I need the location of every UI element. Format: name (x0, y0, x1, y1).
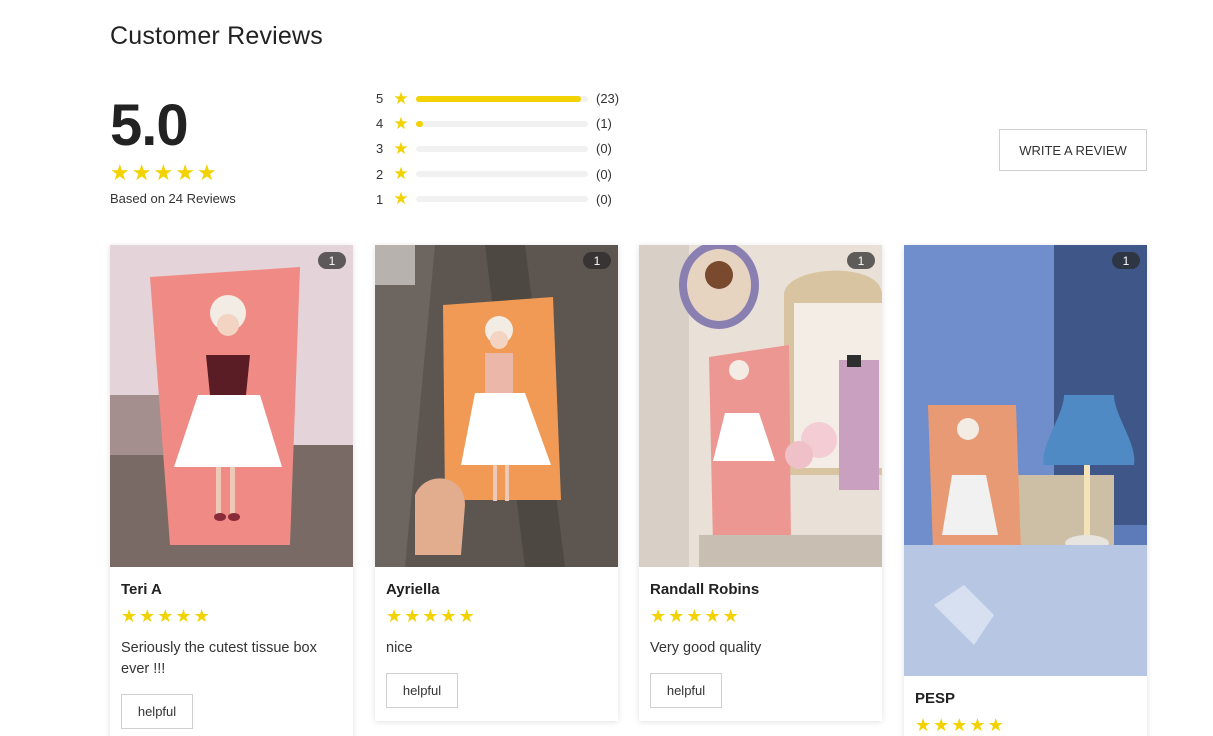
average-stars: ★ ★ ★ ★ ★ (110, 162, 330, 184)
histogram-bar (416, 171, 588, 178)
histogram-row[interactable]: 5 ★ (23) (376, 86, 636, 111)
helpful-button[interactable]: helpful (386, 673, 458, 708)
photo-count-badge: 1 (583, 252, 611, 269)
star-icon: ★ (951, 715, 968, 735)
star-icon: ★ (422, 606, 439, 626)
review-photo[interactable]: 1 (904, 245, 1147, 676)
histogram-bar-fill (416, 120, 424, 127)
review-photo[interactable]: 1 (639, 245, 882, 567)
review-photo[interactable]: 1 (110, 245, 353, 567)
star-icon: ★ (110, 160, 130, 185)
star-icon: ★ (969, 715, 986, 735)
photo-count-badge: 1 (1112, 252, 1140, 269)
star-icon: ★ (393, 88, 409, 108)
histogram-count: (0) (596, 141, 612, 157)
review-body: PESP ★ ★ ★ ★ ★ (904, 676, 1147, 734)
review-text: nice (386, 640, 413, 656)
star-icon: ★ (393, 189, 409, 209)
star-icon: ★ (915, 715, 932, 735)
pink-tissue-box-photo (110, 245, 353, 567)
star-icon: ★ (404, 606, 421, 626)
tissue-box-with-lamp-photo (904, 245, 1147, 676)
histogram-count: (23) (596, 91, 620, 107)
page-title: Customer Reviews (110, 22, 323, 50)
review-body: Teri A ★ ★ ★ ★ ★ Seriously the cutest ti… (110, 567, 353, 729)
review-text: Seriously the cutest tissue box ever !!! (121, 640, 317, 677)
histogram-bar (416, 145, 588, 152)
reviewer-name: Ayriella (386, 581, 440, 598)
review-card: 1 Teri A ★ ★ ★ ★ ★ Seriously the cutest … (110, 245, 353, 736)
histogram-star-level: 5 (376, 91, 384, 107)
star-icon: ★ (139, 606, 156, 626)
star-icon: ★ (196, 160, 217, 185)
star-icon: ★ (121, 606, 138, 626)
histogram-star-level: 1 (376, 191, 384, 207)
reviewer-name: PESP (915, 690, 956, 707)
tissue-box-on-vanity-photo (639, 245, 882, 567)
review-stars: ★ ★ ★ ★ ★ (386, 607, 607, 625)
review-card: 1 PESP ★ ★ ★ ★ ★ (904, 245, 1147, 736)
review-stars: ★ ★ ★ ★ ★ (650, 607, 871, 625)
star-icon: ★ (175, 606, 192, 626)
photo-count-badge: 1 (318, 252, 346, 269)
reviewer-name: Randall Robins (650, 581, 760, 598)
star-icon: ★ (131, 160, 152, 185)
star-icon: ★ (386, 606, 403, 626)
histogram-count: (0) (596, 191, 612, 207)
histogram-row[interactable]: 1 ★ (0) (376, 187, 636, 212)
star-icon: ★ (193, 606, 210, 626)
star-icon: ★ (157, 606, 174, 626)
star-icon: ★ (722, 606, 739, 626)
review-card: 1 Randall Robins ★ ★ ★ ★ ★ Very good qua… (639, 245, 882, 721)
rating-summary: 5.0 ★ ★ ★ ★ ★ Based on 24 Reviews (110, 93, 330, 207)
star-icon: ★ (175, 160, 195, 185)
orange-tissue-box-photo (375, 245, 618, 567)
star-icon: ★ (686, 606, 703, 626)
helpful-button[interactable]: helpful (650, 673, 722, 708)
write-review-button[interactable]: WRITE A REVIEW (999, 129, 1147, 171)
review-card: 1 Ayriella ★ ★ ★ ★ ★ nice helpful (375, 245, 618, 721)
histogram-bar-fill (416, 95, 581, 102)
star-icon: ★ (440, 606, 457, 626)
review-stars: ★ ★ ★ ★ ★ (915, 716, 1136, 734)
review-body: Randall Robins ★ ★ ★ ★ ★ Very good quali… (639, 567, 882, 708)
star-icon: ★ (987, 715, 1004, 735)
star-icon: ★ (704, 606, 721, 626)
histogram-row[interactable]: 2 ★ (0) (376, 162, 636, 187)
star-icon: ★ (650, 606, 667, 626)
star-icon: ★ (393, 164, 409, 184)
histogram-star-level: 4 (376, 116, 384, 132)
review-text: Very good quality (650, 640, 762, 656)
histogram-star-level: 3 (376, 141, 384, 157)
histogram-bar (416, 196, 588, 203)
histogram-row[interactable]: 3 ★ (0) (376, 136, 636, 161)
star-icon: ★ (393, 113, 409, 133)
histogram-bar (416, 120, 588, 127)
rating-histogram: 5 ★ (23) 4 ★ (1) 3 ★ (0) 2 ★ (0) 1 ★ (0) (376, 86, 636, 212)
review-body: Ayriella ★ ★ ★ ★ ★ nice helpful (375, 567, 618, 708)
histogram-bar (416, 95, 588, 102)
star-icon: ★ (668, 606, 685, 626)
review-count: Based on 24 Reviews (110, 191, 236, 206)
histogram-row[interactable]: 4 ★ (1) (376, 111, 636, 136)
review-stars: ★ ★ ★ ★ ★ (121, 607, 342, 625)
average-score: 5.0 (110, 93, 189, 158)
star-icon: ★ (153, 160, 174, 185)
histogram-count: (0) (596, 166, 612, 182)
star-icon: ★ (458, 606, 475, 626)
helpful-button[interactable]: helpful (121, 694, 193, 729)
star-icon: ★ (933, 715, 950, 735)
histogram-star-level: 2 (376, 166, 384, 182)
reviewer-name: Teri A (121, 581, 162, 598)
review-photo[interactable]: 1 (375, 245, 618, 567)
star-icon: ★ (393, 138, 409, 158)
photo-count-badge: 1 (847, 252, 875, 269)
histogram-count: (1) (596, 116, 612, 132)
